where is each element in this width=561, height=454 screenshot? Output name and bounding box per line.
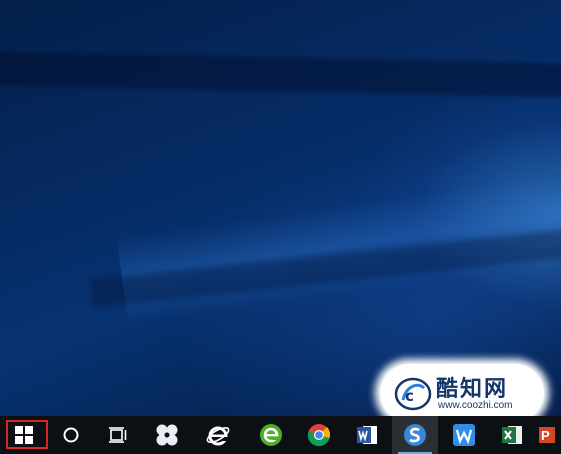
green-browser-taskbar-button[interactable] [248, 416, 294, 454]
sogou-browser-taskbar-button[interactable] [392, 416, 438, 454]
fan-icon [156, 424, 178, 446]
powerpoint-icon: P [539, 427, 555, 443]
word-taskbar-button[interactable] [344, 416, 390, 454]
internet-explorer-icon [206, 426, 230, 446]
start-button-highlight [6, 420, 48, 449]
excel-taskbar-button[interactable] [489, 416, 535, 454]
wallpaper-light-beam [90, 220, 561, 308]
internet-explorer-taskbar-button[interactable] [195, 416, 241, 454]
task-view-icon [109, 427, 127, 443]
watermark-brand: 酷知网 [436, 377, 509, 402]
chrome-icon [307, 424, 331, 447]
sogou-browser-icon [404, 424, 426, 446]
wps-writer-taskbar-button[interactable] [441, 416, 487, 454]
powerpoint-taskbar-button[interactable]: P [537, 416, 561, 454]
svg-text:P: P [541, 428, 550, 443]
wps-writer-icon [453, 424, 475, 446]
excel-icon [502, 426, 522, 444]
circle-icon [63, 427, 79, 443]
wallpaper-light-beam [116, 164, 561, 326]
svg-text:c: c [405, 387, 414, 405]
coozhi-logo-icon: c [394, 377, 432, 411]
taskbar: P [0, 416, 561, 454]
desktop [0, 0, 561, 416]
cortana-search-button[interactable] [48, 416, 94, 454]
chrome-taskbar-button[interactable] [296, 416, 342, 454]
watermark-url: www.coozhi.com [438, 400, 513, 411]
wallpaper-light-beam [0, 50, 561, 100]
task-view-button[interactable] [95, 416, 141, 454]
fan-app-taskbar-button[interactable] [144, 416, 190, 454]
word-icon [357, 426, 377, 444]
watermark: c 酷知网 www.coozhi.com [380, 364, 544, 422]
green-e-browser-icon [260, 424, 282, 446]
